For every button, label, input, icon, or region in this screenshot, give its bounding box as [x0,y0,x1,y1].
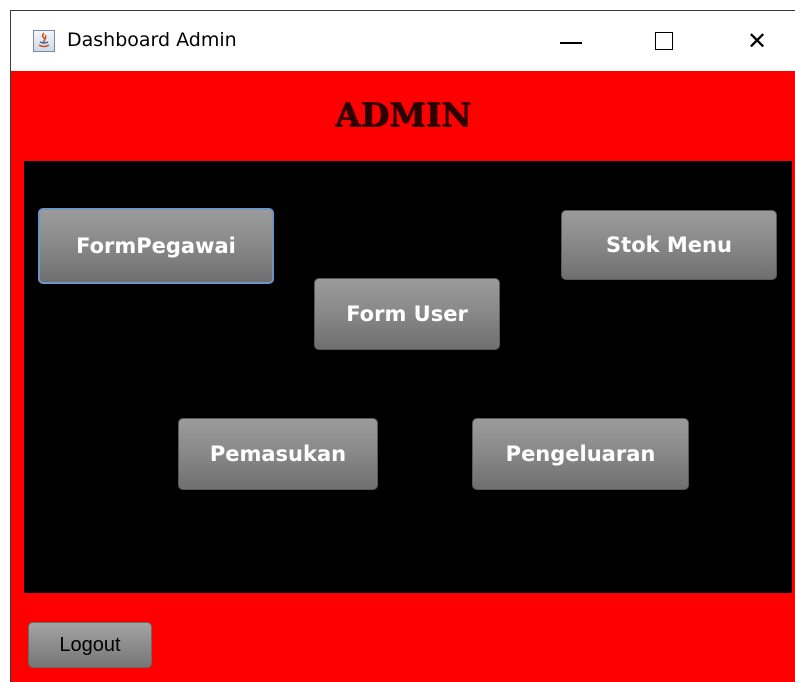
minimize-button[interactable] [536,11,606,71]
title-bar[interactable]: Dashboard Admin ✕ [11,11,795,71]
page-title: ADMIN [334,95,472,134]
form-pegawai-button[interactable]: FormPegawai [38,208,274,284]
pemasukan-button[interactable]: Pemasukan [178,418,378,490]
maximize-icon [655,32,673,50]
admin-panel: ADMIN FormPegawai Stok Menu Form User Pe… [11,71,795,682]
close-icon: ✕ [746,27,768,55]
app-window: Dashboard Admin ✕ ADMIN FormPegawai Stok… [10,10,795,682]
minimize-icon [560,42,582,44]
logout-button[interactable]: Logout [28,622,152,668]
pengeluaran-button[interactable]: Pengeluaran [472,418,689,490]
stok-menu-button[interactable]: Stok Menu [561,210,777,280]
close-button[interactable]: ✕ [722,11,792,71]
window-title: Dashboard Admin [67,29,237,51]
menu-area: FormPegawai Stok Menu Form User Pemasuka… [24,161,792,593]
java-app-icon [33,30,55,52]
maximize-button[interactable] [629,11,699,71]
form-user-button[interactable]: Form User [314,278,500,350]
